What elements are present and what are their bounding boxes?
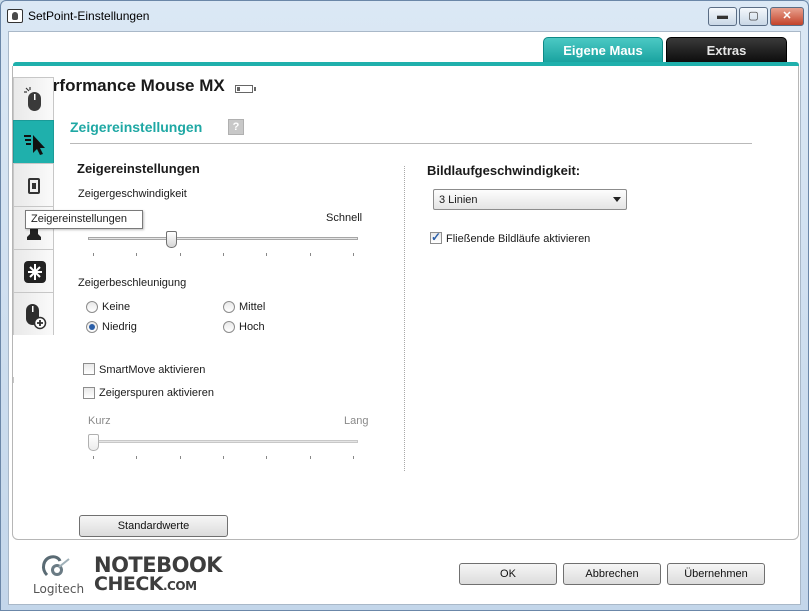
device-header: Performance Mouse MX [13, 66, 798, 108]
side-tab-bar-end [13, 377, 54, 383]
mouse-add-icon [26, 304, 47, 330]
battery-icon [235, 85, 256, 93]
accel-label-mittel: Mittel [239, 301, 266, 313]
side-tab-tools[interactable] [13, 249, 54, 292]
setpoint-window: SetPoint-Einstellungen ▬ ▢ ✕ Eigene Maus… [0, 0, 809, 611]
trail-min-label: Kurz [88, 415, 111, 427]
pointer-speed-track [88, 237, 358, 240]
pointer-trails-checkbox[interactable] [83, 387, 95, 399]
section-divider [70, 143, 752, 144]
slider-tick [353, 456, 354, 459]
logitech-logo-icon [42, 555, 70, 577]
mouse-buttons-icon [24, 87, 41, 111]
side-tab-device[interactable] [13, 163, 54, 206]
chevron-down-icon [613, 197, 621, 202]
accel-label-keine: Keine [102, 301, 131, 313]
window-title: SetPoint-Einstellungen [28, 9, 150, 23]
trail-length-ticks [88, 456, 358, 459]
slider-tick [136, 456, 137, 459]
notebookcheck-com: .COM [163, 579, 197, 593]
slider-tick [93, 456, 94, 459]
slider-tick [136, 253, 137, 256]
slider-tick [310, 253, 311, 256]
help-icon[interactable]: ? [228, 119, 244, 135]
smartmove-label: SmartMove aktivieren [99, 364, 206, 376]
smooth-scroll-label: Fließende Bildläufe aktivieren [446, 233, 591, 245]
trail-max-label: Lang [344, 415, 369, 427]
smartmove-checkbox[interactable] [83, 363, 95, 375]
trail-length-track [88, 440, 358, 443]
notebookcheck-logo: NOTEBOOK CHECK.COM [94, 555, 223, 596]
device-name: Performance Mouse MX [32, 76, 225, 95]
slider-tick [223, 253, 224, 256]
pointer-trails-label: Zeigerspuren aktivieren [99, 387, 214, 399]
tooltip-zeigereinstellungen: Zeigereinstellungen [25, 210, 143, 229]
scroll-speed-select[interactable]: 3 Linien [433, 189, 627, 210]
side-tab-mouse-buttons[interactable] [13, 77, 54, 120]
pointer-speed-label: Zeigergeschwindigkeit [78, 188, 187, 200]
close-button[interactable]: ✕ [770, 7, 804, 26]
cancel-button[interactable]: Abbrechen [563, 563, 661, 585]
slider-tick [180, 456, 181, 459]
pointer-speed-ticks [88, 253, 358, 256]
apply-button[interactable]: Übernehmen [667, 563, 765, 585]
side-tab-mouse-add[interactable] [13, 292, 54, 335]
ok-button[interactable]: OK [459, 563, 557, 585]
notebookcheck-check: CHECK [94, 573, 164, 595]
smooth-scroll-checkbox[interactable] [430, 230, 442, 244]
section-title: Zeigereinstellungen [70, 119, 203, 135]
maximize-button[interactable]: ▢ [739, 7, 768, 26]
accel-label-hoch: Hoch [239, 321, 265, 333]
pointer-accel-label: Zeigerbeschleunigung [78, 277, 187, 289]
accel-radio-niedrig[interactable] [86, 321, 98, 333]
tab-extras[interactable]: Extras [666, 37, 787, 63]
notebookcheck-line2: CHECK.COM [94, 575, 222, 596]
accel-label-niedrig: Niedrig [102, 321, 137, 333]
logitech-wordmark: Logitech [33, 582, 85, 596]
slider-tick [93, 253, 94, 256]
title-bar: SetPoint-Einstellungen ▬ ▢ ✕ [1, 1, 808, 31]
side-tab-pointer[interactable] [13, 120, 54, 163]
slider-tick [223, 456, 224, 459]
pointer-speed-slider[interactable] [166, 231, 177, 248]
slider-tick [180, 253, 181, 256]
accel-radio-keine[interactable] [86, 301, 98, 313]
slider-tick [266, 456, 267, 459]
trail-length-slider[interactable] [88, 434, 99, 451]
pointer-settings-icon [24, 135, 45, 155]
column-divider [404, 166, 405, 471]
accel-radio-mittel[interactable] [223, 301, 235, 313]
setpoint-app-icon [7, 9, 23, 23]
defaults-button[interactable]: Standardwerte [79, 515, 228, 537]
snowflake-icon [24, 261, 46, 283]
tab-eigene-maus[interactable]: Eigene Maus [543, 37, 663, 63]
minimize-button[interactable]: ▬ [708, 7, 737, 26]
scroll-group-title: Bildlaufgeschwindigkeit: [427, 163, 581, 178]
slider-tick [266, 253, 267, 256]
slider-tick [310, 456, 311, 459]
pointer-group-title: Zeigereinstellungen [77, 161, 200, 176]
device-icon [28, 178, 40, 194]
scroll-speed-value: 3 Linien [439, 194, 478, 206]
slider-tick [353, 253, 354, 256]
accel-radio-hoch[interactable] [223, 321, 235, 333]
pointer-speed-max-label: Schnell [326, 212, 363, 224]
